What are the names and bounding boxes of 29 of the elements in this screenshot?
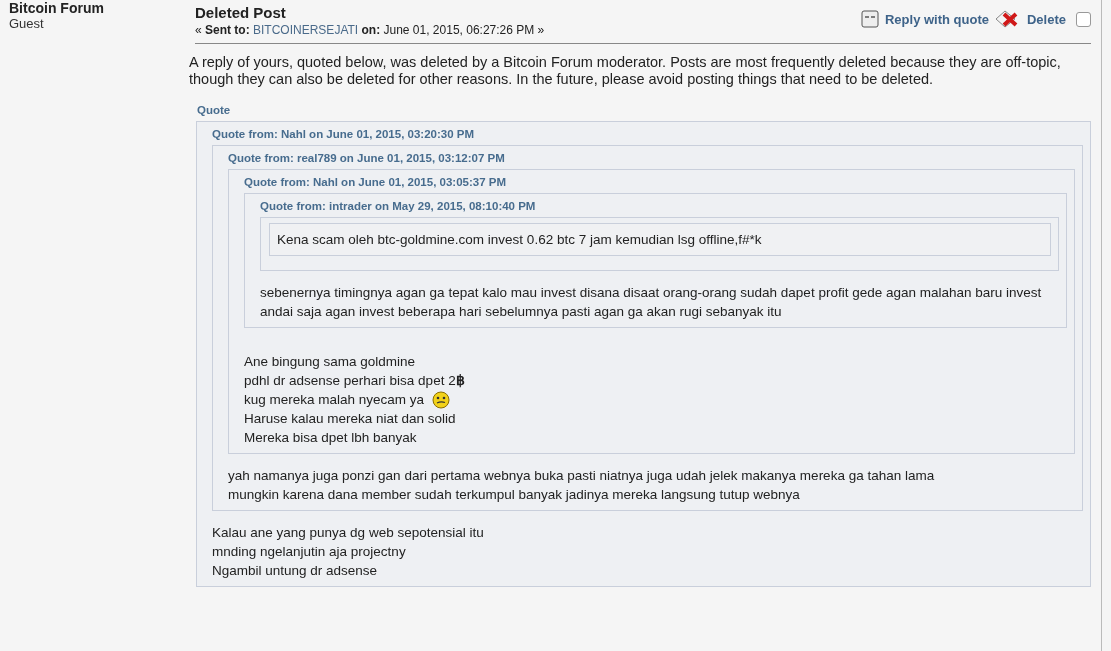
quoted-text: Kena scam oleh btc-goldmine.com invest 0.62 btc 7 jam kemudian lsg offline,f#*k: [269, 223, 1051, 256]
post-text: kug mereka malah nyecam ya: [244, 391, 425, 409]
smiley-icon: [432, 390, 451, 409]
quote-icon: [860, 10, 879, 28]
post-text: Ngambil untung dr adsense: [212, 562, 378, 580]
delete-link[interactable]: Delete: [1026, 11, 1066, 27]
post-text: mungkin karena dana member sudah terkumpul banyak jadinya mereka langsung tutup webnya: [228, 486, 800, 504]
post-text: andai saja agan invest beberapa hari sebelumnya pasti agan ga akan rugi sebanyak itu: [260, 303, 782, 321]
poster-name: Bitcoin Forum: [9, 0, 105, 16]
post-text: yah namanya juga ponzi gan dari pertama webnya buka pasti niatnya juga udah jelek makanya mereka ga tahan lama: [228, 467, 935, 485]
post-text: mnding ngelanjutin aja projectny: [212, 543, 406, 561]
quote-header: Quote from: real789 on June 01, 2015, 03:12:07 PM: [228, 152, 506, 164]
recipient-link[interactable]: BITCOINERSEJATI: [253, 23, 359, 37]
post-text: Haruse kalau mereka niat dan solid: [244, 410, 456, 428]
select-checkbox[interactable]: [1076, 11, 1091, 27]
quote-header: Quote: [197, 104, 232, 116]
post-text: Kalau ane yang punya dg web sepotensial itu: [212, 524, 484, 542]
quote-header: Quote from: Nahl on June 01, 2015, 03:05:37 PM: [244, 176, 508, 188]
post-title: Deleted Post: [195, 4, 287, 21]
quote-header: Quote from: intrader on May 29, 2015, 08:10:40 PM: [260, 200, 537, 212]
deletion-notice: A reply of yours, quoted below, was deleted by a Bitcoin Forum moderator. Posts are most frequently deleted because they are off-topic, though they can also be deleted for other reasons. In the future, please avoid posting things that need to be deleted.: [189, 54, 1062, 88]
sent-info: « Sent to: BITCOINERSEJATI on: June 01, 2015, 06:27:26 PM »: [195, 23, 545, 37]
post-text: Mereka bisa dpet lbh banyak: [244, 429, 417, 447]
post-text: Ane bingung sama goldmine: [244, 353, 416, 371]
quote-header: Quote from: Nahl on June 01, 2015, 03:20:30 PM: [212, 128, 476, 140]
poster-role: Guest: [9, 16, 45, 31]
post-text: sebenernya timingnya agan ga tepat kalo mau invest disana disaat orang-orang sudah dapet profit gede agan malahan baru invest: [260, 284, 1042, 302]
post-text: pdhl dr adsense perhari bisa dpet 2฿: [244, 372, 465, 390]
reply-with-quote-link[interactable]: Reply with quote: [884, 11, 989, 27]
